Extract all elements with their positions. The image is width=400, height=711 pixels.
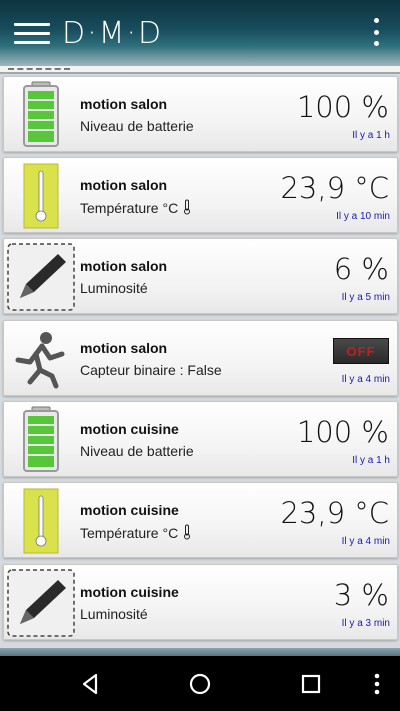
partial-card-top	[0, 66, 400, 74]
device-description-text: Température °C	[80, 525, 179, 541]
device-description: Niveau de batterie	[80, 443, 194, 459]
device-card[interactable]: motion cuisine Niveau de batterie 100 % …	[3, 401, 398, 477]
recents-square-icon[interactable]	[298, 671, 324, 697]
device-time: Il y a 4 min	[341, 374, 390, 385]
app-logo: D·M·D	[62, 15, 164, 51]
device-time: Il y a 3 min	[341, 618, 390, 629]
thermometer-icon	[184, 524, 191, 540]
home-circle-icon[interactable]	[187, 671, 213, 697]
thermometer-icon	[23, 488, 59, 554]
device-value: 6 %	[333, 252, 389, 286]
device-name: motion salon	[80, 340, 168, 356]
device-name: motion cuisine	[80, 502, 179, 518]
battery-icon	[23, 406, 59, 472]
more-vert-icon[interactable]	[368, 18, 384, 46]
device-description-text: Température °C	[80, 200, 179, 216]
back-triangle-icon[interactable]	[77, 671, 103, 697]
device-description: Niveau de batterie	[80, 118, 194, 134]
device-card[interactable]: motion salon Capteur binaire : False OFF…	[3, 320, 398, 396]
partial-card-bottom	[0, 648, 400, 656]
device-description: Capteur binaire : False	[80, 362, 222, 378]
device-name: motion salon	[80, 177, 168, 193]
device-value: 3 %	[333, 578, 389, 612]
thermometer-icon	[23, 163, 59, 229]
device-list[interactable]: motion salon Niveau de batterie 100 % Il…	[0, 66, 400, 656]
thermometer-icon	[184, 199, 191, 215]
device-time: Il y a 10 min	[336, 211, 390, 222]
device-value: 100 %	[296, 415, 389, 449]
device-card[interactable]: motion salon Luminosité 6 % Il y a 5 min	[3, 238, 398, 314]
system-nav-bar	[0, 656, 400, 711]
running-person-icon	[15, 332, 65, 389]
device-value: 23,9 °C	[280, 496, 389, 530]
pen-icon	[7, 569, 75, 637]
device-name: motion salon	[80, 96, 168, 112]
device-description: Température °C	[80, 524, 192, 541]
hamburger-menu-icon[interactable]	[10, 11, 54, 55]
device-card[interactable]: motion salon Niveau de batterie 100 % Il…	[3, 76, 398, 152]
device-time: Il y a 1 h	[352, 455, 390, 466]
device-description: Température °C	[80, 199, 192, 216]
battery-icon	[23, 81, 59, 147]
pen-icon	[7, 243, 75, 311]
device-value: 23,9 °C	[280, 171, 389, 205]
off-status-badge: OFF	[333, 338, 389, 364]
device-value: 100 %	[296, 90, 389, 124]
device-time: Il y a 5 min	[341, 292, 390, 303]
device-name: motion cuisine	[80, 584, 179, 600]
device-description: Luminosité	[80, 280, 148, 296]
app-bar: D·M·D	[0, 0, 400, 66]
device-description: Luminosité	[80, 606, 148, 622]
device-time: Il y a 1 h	[352, 130, 390, 141]
device-name: motion cuisine	[80, 421, 179, 437]
device-card[interactable]: motion cuisine Luminosité 3 % Il y a 3 m…	[3, 564, 398, 640]
device-card[interactable]: motion cuisine Température °C 23,9 °C Il…	[3, 482, 398, 558]
device-card[interactable]: motion salon Température °C 23,9 °C Il y…	[3, 157, 398, 233]
device-time: Il y a 4 min	[341, 536, 390, 547]
device-name: motion salon	[80, 258, 168, 274]
more-vert-icon[interactable]	[364, 671, 390, 697]
